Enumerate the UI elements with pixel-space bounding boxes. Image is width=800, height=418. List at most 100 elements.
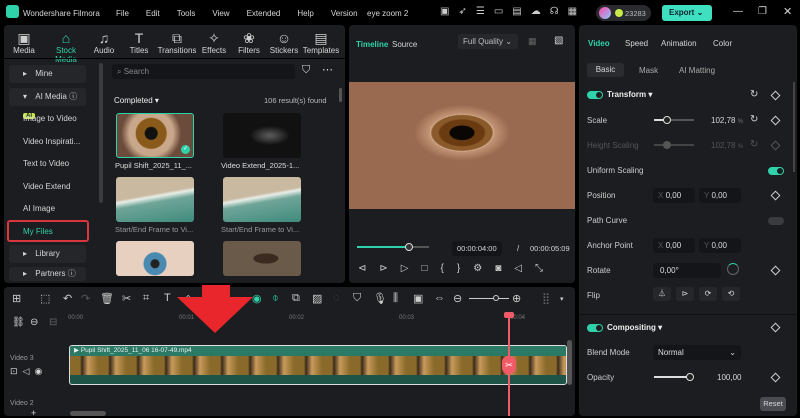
snapshot-icon[interactable]: ◙ xyxy=(495,263,501,274)
minimize-icon[interactable]: — xyxy=(733,6,743,17)
inspector-scrollbar[interactable] xyxy=(793,82,795,172)
quality-dropdown[interactable]: Full Quality ⌄ xyxy=(458,34,518,49)
flip-vertical-icon[interactable]: ⊳ xyxy=(676,287,694,301)
audio-icon[interactable]: ◁ xyxy=(23,366,35,376)
menu-extended[interactable]: Extended xyxy=(247,9,281,18)
speed-icon[interactable]: ◌ xyxy=(333,292,340,304)
media-item[interactable] xyxy=(223,177,301,222)
fullscreen-icon[interactable]: ⤡ xyxy=(535,263,543,274)
sidebar-item-library[interactable]: ▸ Library xyxy=(9,245,86,263)
sidebar-item-video-inspiration[interactable]: Video Inspirati... xyxy=(9,133,86,151)
pip-icon[interactable]: ▣ xyxy=(413,292,423,305)
playhead-handle[interactable] xyxy=(504,312,514,318)
rotate-left-icon[interactable]: ⟲ xyxy=(722,287,740,301)
export-button[interactable]: Export ⌄ xyxy=(662,5,712,21)
menu-help[interactable]: Help xyxy=(297,9,313,18)
fit-icon[interactable]: ⇔ xyxy=(434,292,445,304)
scissors-icon[interactable]: ✂ xyxy=(122,292,131,305)
opacity-value[interactable]: 100,00 xyxy=(717,373,741,382)
view-options-icon[interactable]: ⣿ xyxy=(542,292,550,305)
tab-transitions[interactable]: ⧉ Transitions xyxy=(157,30,197,55)
menu-edit[interactable]: Edit xyxy=(146,9,160,18)
close-icon[interactable]: ✕ xyxy=(783,5,792,18)
ruler[interactable]: 00:00 00:01 00:02 00:03 00:04 xyxy=(68,312,568,332)
rotate-dial[interactable] xyxy=(727,263,739,275)
subtab-mask[interactable]: Mask xyxy=(639,66,658,75)
rocket-icon[interactable]: ➶ xyxy=(458,6,475,17)
tab-video[interactable]: Video xyxy=(588,39,610,48)
timeline-scrollbar[interactable] xyxy=(70,411,106,416)
zoom-slider[interactable] xyxy=(469,295,509,301)
eye-icon[interactable]: ◉ xyxy=(34,366,47,376)
mark-in-icon[interactable]: { xyxy=(441,263,444,274)
tab-color[interactable]: Color xyxy=(713,39,732,48)
redo-icon[interactable]: ↷ xyxy=(81,292,90,305)
media-item[interactable] xyxy=(223,241,301,276)
restore-icon[interactable]: ❐ xyxy=(758,6,767,17)
sidebar-item-image-to-video[interactable]: Image to Video xyxy=(9,110,86,128)
sidebar-item-text-to-video[interactable]: Text to Video xyxy=(9,155,86,173)
tab-animation[interactable]: Animation xyxy=(661,39,697,48)
browser-scrollbar[interactable] xyxy=(339,88,342,102)
crop-icon[interactable]: ⌗ xyxy=(143,292,149,305)
tab-speed[interactable]: Speed xyxy=(625,39,648,48)
link-icon[interactable]: ⛓ xyxy=(12,317,25,328)
section-transform[interactable]: Transform ▾ xyxy=(607,90,652,99)
subtab-ai-matting[interactable]: AI Matting xyxy=(679,66,715,75)
notes-icon[interactable]: ☰ xyxy=(476,6,494,17)
image-icon[interactable]: ▨ xyxy=(312,292,322,305)
prev-frame-icon[interactable]: ⊲ xyxy=(358,263,366,274)
mixer-icon[interactable]: ⫼ xyxy=(393,292,398,305)
scale-slider[interactable] xyxy=(654,116,694,124)
zoom-out-icon[interactable]: ⊖ xyxy=(453,292,462,305)
cloud-icon[interactable]: ☁ xyxy=(531,6,550,17)
group-icon[interactable]: ⊖ xyxy=(30,317,38,328)
mark-out-icon[interactable]: } xyxy=(457,263,460,274)
position-x-field[interactable]: X 0,00 xyxy=(653,188,695,203)
split-marker-icon[interactable]: ✂ xyxy=(502,356,516,374)
chevron-down-icon[interactable]: ▾ xyxy=(560,295,564,303)
tab-media[interactable]: ▣ Media xyxy=(4,30,44,55)
track-icon[interactable]: ⊟ xyxy=(49,317,57,328)
reset-icon[interactable]: ↻ xyxy=(750,114,758,125)
sidebar-item-ai-image[interactable]: AI Image xyxy=(9,200,86,218)
sidebar-item-partners[interactable]: ▸ Partners ⓘ xyxy=(9,267,86,281)
tab-titles[interactable]: T Titles xyxy=(119,30,159,55)
text-icon[interactable]: T xyxy=(164,292,171,304)
ai-mate-icon[interactable]: ◉ xyxy=(252,292,262,305)
scale-value[interactable]: 102,78 % xyxy=(711,116,743,125)
position-y-field[interactable]: Y 0,00 xyxy=(699,188,741,203)
scope-icon[interactable]: ▧ xyxy=(554,35,563,46)
select-icon[interactable]: ⬚ xyxy=(40,292,50,305)
media-item[interactable]: ✓ xyxy=(116,113,194,158)
tab-stickers[interactable]: ☺ Stickers xyxy=(264,30,304,55)
rotate-field[interactable]: 0,00° xyxy=(653,263,721,278)
undo-icon[interactable]: ↶ xyxy=(63,292,72,305)
menu-view[interactable]: View xyxy=(212,9,229,18)
anchor-y-field[interactable]: Y 0,00 xyxy=(699,238,741,253)
more-icon[interactable]: ⋯ xyxy=(322,63,333,76)
completed-dropdown[interactable]: Completed ▾ xyxy=(114,96,159,105)
media-item[interactable] xyxy=(116,177,194,222)
volume-icon[interactable]: ◁ xyxy=(514,263,522,274)
tab-filters[interactable]: ❀ Filters xyxy=(229,30,269,55)
play-icon[interactable]: ▷ xyxy=(401,263,409,274)
stop-icon[interactable]: □ xyxy=(421,263,427,274)
menu-tools[interactable]: Tools xyxy=(177,9,196,18)
next-frame-icon[interactable]: ⊳ xyxy=(379,263,387,274)
sidebar-item-ai-media[interactable]: ▾ AI Media ⓘ AI xyxy=(9,88,86,119)
support-icon[interactable]: ☊ xyxy=(550,6,568,17)
tab-audio[interactable]: ♫ Audio xyxy=(84,30,124,55)
opacity-slider[interactable] xyxy=(654,373,694,381)
sidebar-item-video-extend[interactable]: Video Extend xyxy=(9,178,86,196)
vertical-scrollbar[interactable] xyxy=(567,340,572,385)
add-track-icon[interactable]: + xyxy=(31,408,36,418)
subtab-basic[interactable]: Basic xyxy=(587,63,624,77)
filter-icon[interactable]: ⛉ xyxy=(302,64,310,77)
mic-icon[interactable]: 🎙 xyxy=(373,292,387,305)
monitor-icon[interactable]: ▭ xyxy=(494,6,512,17)
split-icon[interactable]: ⌽ xyxy=(272,292,279,305)
media-item[interactable] xyxy=(223,113,301,158)
apps-icon[interactable]: ▦ xyxy=(568,6,586,17)
shield-icon[interactable]: ⛉ xyxy=(353,292,361,305)
